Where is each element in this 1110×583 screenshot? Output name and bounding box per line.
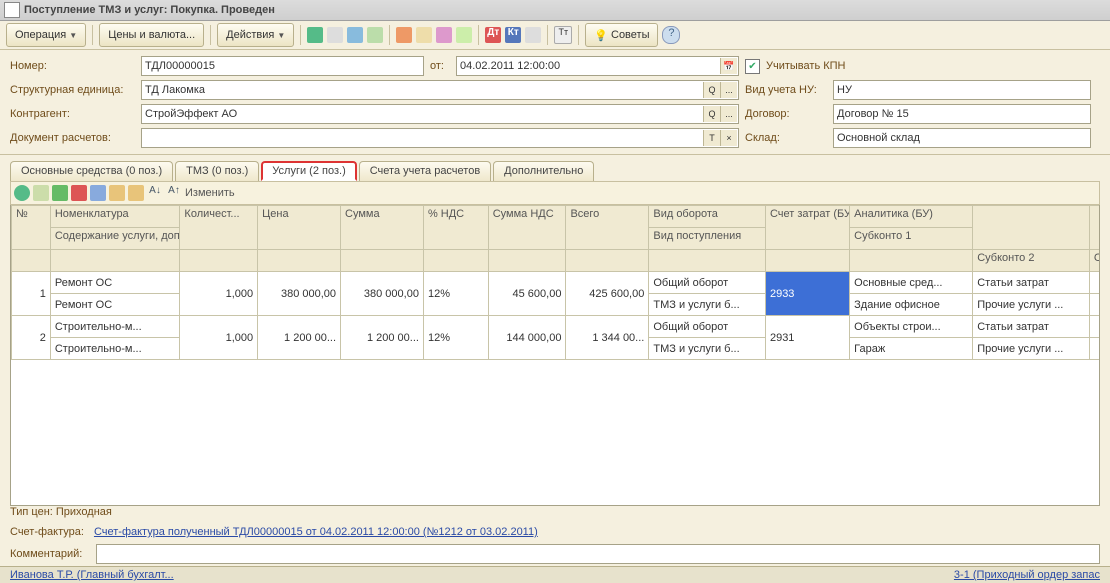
toolbar-icon-6[interactable] bbox=[456, 27, 472, 43]
statusbar: Иванова Т.Р. (Главный бухгалт... 3-1 (Пр… bbox=[0, 566, 1110, 583]
toolbar-icon-1[interactable] bbox=[327, 27, 343, 43]
col-nomen[interactable]: Номенклатура bbox=[50, 206, 180, 228]
komm-label: Комментарий: bbox=[10, 548, 90, 560]
delete-row-icon[interactable] bbox=[71, 185, 87, 201]
kt-icon[interactable]: Кт bbox=[505, 27, 521, 43]
add-row-icon[interactable] bbox=[14, 185, 30, 201]
copy-row-icon[interactable] bbox=[33, 185, 49, 201]
comment-field[interactable] bbox=[96, 544, 1100, 564]
tt-icon[interactable]: Тт bbox=[554, 26, 572, 44]
unit-field[interactable]: ТД Лакомка...Q bbox=[141, 80, 739, 100]
grid[interactable]: № Номенклатура Количест... Цена Сумма % … bbox=[10, 205, 1100, 506]
grid-icon-1[interactable] bbox=[90, 185, 106, 201]
toolbar-icon-2[interactable] bbox=[367, 27, 383, 43]
refresh-icon[interactable] bbox=[347, 27, 363, 43]
main-toolbar: Операция▼ Цены и валюта... Действия▼ Дт … bbox=[0, 21, 1110, 50]
col-summa[interactable]: Сумма bbox=[341, 206, 424, 250]
col-sumnds[interactable]: Сумма НДС bbox=[488, 206, 566, 250]
toolbar-icon-4[interactable] bbox=[416, 27, 432, 43]
col-vidob[interactable]: Вид оборота bbox=[649, 206, 766, 228]
tab-dop[interactable]: Дополнительно bbox=[493, 161, 594, 181]
window-title: Поступление ТМЗ и услуг: Покупка. Провед… bbox=[24, 4, 275, 16]
col-kol[interactable]: Количест... bbox=[180, 206, 258, 250]
sklad-label: Склад: bbox=[745, 132, 827, 144]
kpn-label: Учитывать КПН bbox=[766, 60, 846, 72]
tips-button[interactable]: 💡Советы bbox=[585, 23, 658, 47]
grid-toolbar: A↓ A↑ Изменить bbox=[10, 181, 1100, 205]
user-link[interactable]: Иванова Т.Р. (Главный бухгалт... bbox=[10, 569, 174, 581]
prices-button[interactable]: Цены и валюта... bbox=[99, 23, 204, 47]
dogovor-label: Договор: bbox=[745, 108, 827, 120]
edit-row-icon[interactable] bbox=[52, 185, 68, 201]
sort-asc-icon[interactable]: A↓ bbox=[147, 185, 163, 201]
tabstrip: Основные средства (0 поз.) ТМЗ (0 поз.) … bbox=[0, 155, 1110, 181]
sklad-field[interactable]: Основной склад bbox=[833, 128, 1091, 148]
up-icon[interactable] bbox=[109, 185, 125, 201]
number-label: Номер: bbox=[10, 60, 135, 72]
edit-button[interactable]: Изменить bbox=[185, 187, 235, 199]
col-sub2[interactable]: Субконто 2 bbox=[973, 250, 1090, 272]
col-anal[interactable]: Аналитика (БУ) bbox=[850, 206, 973, 228]
col-sub1[interactable]: Субконто 1 bbox=[850, 228, 973, 250]
toolbar-icon-3[interactable] bbox=[396, 27, 412, 43]
add-icon[interactable] bbox=[307, 27, 323, 43]
from-label: от: bbox=[430, 60, 450, 72]
col-n[interactable]: № bbox=[12, 206, 51, 250]
docras-field[interactable]: ×T bbox=[141, 128, 739, 148]
down-icon[interactable] bbox=[128, 185, 144, 201]
lookup-icon[interactable]: ... bbox=[720, 106, 737, 122]
dt-icon[interactable]: Дт bbox=[485, 27, 501, 43]
col-vidpost[interactable]: Вид поступления bbox=[649, 228, 766, 250]
t-icon[interactable]: T bbox=[703, 130, 720, 146]
contr-label: Контрагент: bbox=[10, 108, 135, 120]
col-cena[interactable]: Цена bbox=[258, 206, 341, 250]
services-table: № Номенклатура Количест... Цена Сумма % … bbox=[11, 205, 1100, 360]
docras-label: Документ расчетов: bbox=[10, 132, 135, 144]
col-nds[interactable]: % НДС bbox=[423, 206, 488, 250]
nu-label: Вид учета НУ: bbox=[745, 84, 827, 96]
doc-icon bbox=[4, 2, 20, 18]
toolbar-icon-7[interactable] bbox=[525, 27, 541, 43]
footer: Тип цен: Приходная Счет-фактура: Счет-фа… bbox=[0, 502, 1110, 583]
order-link[interactable]: 3-1 (Приходный ордер запас bbox=[954, 569, 1100, 581]
tab-os[interactable]: Основные средства (0 поз.) bbox=[10, 161, 173, 181]
help-icon[interactable]: ? bbox=[662, 26, 680, 44]
sort-desc-icon[interactable]: A↑ bbox=[166, 185, 182, 201]
tab-tmz[interactable]: ТМЗ (0 поз.) bbox=[175, 161, 259, 181]
col-vsego[interactable]: Всего bbox=[566, 206, 649, 250]
price-type: Тип цен: Приходная bbox=[0, 502, 1110, 522]
col-soder[interactable]: Содержание услуги, доп. ... bbox=[50, 228, 180, 250]
dogovor-field[interactable]: Договор № 15 bbox=[833, 104, 1091, 124]
actions-button[interactable]: Действия▼ bbox=[217, 23, 294, 47]
form-header: Номер: ТДЛ00000015 от: 04.02.2011 12:00:… bbox=[0, 50, 1110, 155]
col-sub3[interactable]: Субконто 3 bbox=[1089, 250, 1100, 272]
clear-icon[interactable]: × bbox=[720, 130, 737, 146]
calendar-icon[interactable]: 📅 bbox=[720, 58, 737, 74]
contr-field[interactable]: СтройЭффект АО...Q bbox=[141, 104, 739, 124]
table-row[interactable]: 2 Строительно-м... 1,000 1 200 00... 1 2… bbox=[12, 316, 1101, 338]
tab-uslugi[interactable]: Услуги (2 поз.) bbox=[261, 161, 356, 181]
operation-button[interactable]: Операция▼ bbox=[6, 23, 86, 47]
titlebar: Поступление ТМЗ и услуг: Покупка. Провед… bbox=[0, 0, 1110, 21]
sf-label: Счет-фактура: bbox=[10, 526, 84, 538]
unit-label: Структурная единица: bbox=[10, 84, 135, 96]
col-schet[interactable]: Счет затрат (БУ) bbox=[765, 206, 849, 250]
table-row[interactable]: 1 Ремонт ОС 1,000 380 000,00 380 000,00 … bbox=[12, 272, 1101, 294]
tab-scheta[interactable]: Счета учета расчетов bbox=[359, 161, 491, 181]
date-field[interactable]: 04.02.2011 12:00:00📅 bbox=[456, 56, 739, 76]
sf-link[interactable]: Счет-фактура полученный ТДЛ00000015 от 0… bbox=[94, 526, 538, 538]
lookup-icon[interactable]: ... bbox=[720, 82, 737, 98]
kpn-checkbox[interactable]: ✔ bbox=[745, 59, 760, 74]
nu-field[interactable]: НУ bbox=[833, 80, 1091, 100]
q-icon[interactable]: Q bbox=[703, 82, 720, 98]
number-field[interactable]: ТДЛ00000015 bbox=[141, 56, 424, 76]
toolbar-icon-5[interactable] bbox=[436, 27, 452, 43]
selected-cell[interactable]: 2933 bbox=[765, 272, 849, 316]
q-icon[interactable]: Q bbox=[703, 106, 720, 122]
